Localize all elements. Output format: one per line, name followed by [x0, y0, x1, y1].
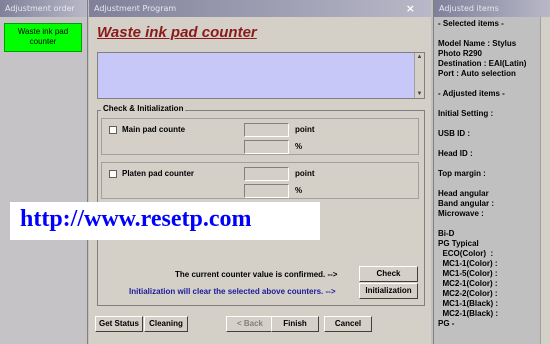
platen-pad-point-field	[244, 167, 289, 181]
cancel-button[interactable]: Cancel	[324, 316, 372, 332]
platen-pad-percent-unit: %	[295, 186, 303, 195]
platen-pad-point-unit: point	[295, 169, 315, 178]
back-button[interactable]: < Back	[226, 316, 274, 332]
info-textarea[interactable]: ▲ ▼	[97, 52, 425, 99]
platen-pad-checkbox[interactable]	[109, 170, 117, 178]
adjusted-items-scrollbar[interactable]	[540, 17, 550, 344]
check-button[interactable]: Check	[359, 266, 418, 282]
adjusted-items-list: - Selected items - Model Name : Stylus P…	[438, 19, 527, 328]
platen-pad-box: Platen pad counter point %	[101, 162, 419, 199]
initialization-button[interactable]: Initialization	[359, 283, 418, 299]
waste-ink-pad-counter-item[interactable]: Waste ink pad counter	[4, 23, 82, 52]
finish-button[interactable]: Finish	[271, 316, 319, 332]
main-pad-percent-field	[244, 140, 289, 154]
platen-pad-percent-field	[244, 184, 289, 198]
watermark-url: http://www.resetp.com	[10, 202, 320, 240]
adjustment-program-panel: Adjustment Program × Waste ink pad count…	[89, 0, 431, 344]
main-pad-checkbox[interactable]	[109, 126, 117, 134]
window-title: Adjustment Program	[94, 4, 177, 13]
main-pad-box: Main pad counte point %	[101, 118, 419, 155]
textarea-scrollbar[interactable]: ▲ ▼	[414, 53, 424, 98]
init-message: Initialization will clear the selected a…	[129, 287, 336, 296]
adjusted-items-title: Adjusted items	[434, 0, 550, 17]
scroll-down-icon[interactable]: ▼	[415, 90, 424, 98]
confirm-message: The current counter value is confirmed. …	[175, 270, 338, 279]
get-status-button[interactable]: Get Status	[95, 316, 143, 332]
adjustment-program-titlebar: Adjustment Program ×	[89, 0, 431, 17]
scroll-up-icon[interactable]: ▲	[415, 53, 424, 61]
cleaning-button[interactable]: Cleaning	[144, 316, 188, 332]
main-pad-point-field	[244, 123, 289, 137]
main-pad-percent-unit: %	[295, 142, 303, 151]
close-icon[interactable]: ×	[406, 2, 415, 15]
platen-pad-label: Platen pad counter	[122, 169, 195, 178]
page-title: Waste ink pad counter	[97, 24, 257, 41]
adjustment-order-panel: Adjustment order Waste ink pad counter	[0, 0, 88, 344]
adjusted-items-panel: Adjusted items - Selected items - Model …	[433, 0, 550, 344]
check-init-group-label: Check & Initialization	[101, 104, 186, 113]
adjustment-order-title: Adjustment order	[0, 0, 87, 17]
main-pad-point-unit: point	[295, 125, 315, 134]
main-pad-label: Main pad counte	[122, 125, 186, 134]
